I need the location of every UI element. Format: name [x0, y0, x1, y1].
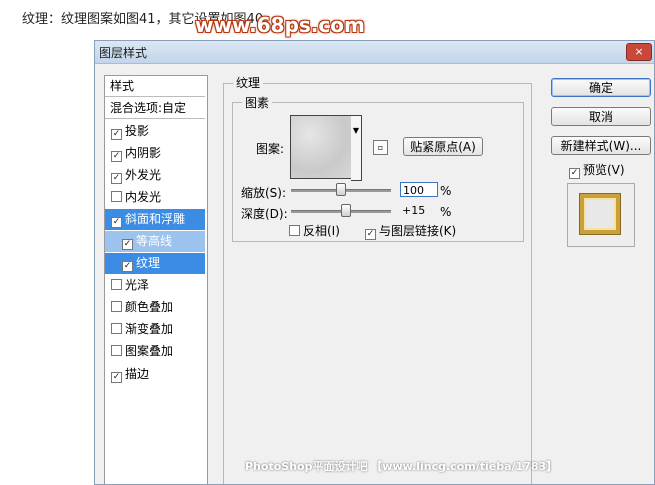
- style-item-pattern-overlay[interactable]: 图案叠加: [105, 341, 205, 362]
- blend-options-item[interactable]: 混合选项:自定: [105, 98, 205, 119]
- checkbox-icon[interactable]: ✓: [122, 261, 133, 272]
- depth-input[interactable]: +15: [400, 203, 438, 218]
- preview-label: 预览(V): [583, 163, 625, 177]
- checkbox-icon[interactable]: ✓: [111, 129, 122, 140]
- dialog-title: 图层样式: [99, 46, 148, 60]
- style-item-label: 内阴影: [125, 146, 162, 160]
- style-item-drop-shadow[interactable]: ✓ 投影: [105, 121, 205, 142]
- depth-slider-thumb[interactable]: [341, 204, 351, 217]
- checkbox-icon[interactable]: ✓: [111, 372, 122, 383]
- scale-slider-thumb[interactable]: [336, 183, 346, 196]
- checkbox-icon[interactable]: ✓: [111, 173, 122, 184]
- link-checkbox-icon[interactable]: ✓: [365, 229, 376, 240]
- checkbox-icon[interactable]: [111, 301, 122, 312]
- depth-unit: %: [440, 205, 452, 219]
- checkbox-icon[interactable]: [111, 323, 122, 334]
- style-preview: [567, 183, 635, 247]
- styles-list: 样式 混合选项:自定 ✓ 投影 ✓ 内阴影 ✓ 外发光 内发光 ✓ 斜面和浮雕 ✓ 等高线…: [104, 75, 208, 484]
- checkbox-icon[interactable]: ✓: [122, 239, 133, 250]
- style-item-stroke[interactable]: ✓ 描边: [105, 364, 205, 385]
- pattern-label: 图案:: [256, 142, 285, 156]
- styles-header[interactable]: 样式: [105, 76, 205, 97]
- checkbox-icon[interactable]: ✓: [111, 151, 122, 162]
- pattern-swatch[interactable]: [290, 115, 354, 179]
- link-with-layer-option[interactable]: ✓ 与图层链接(K): [365, 222, 456, 240]
- preview-option[interactable]: ✓ 预览(V): [569, 161, 625, 179]
- style-item-label: 图案叠加: [125, 344, 174, 358]
- style-item-label: 内发光: [125, 190, 162, 204]
- scale-unit: %: [440, 184, 452, 198]
- new-preset-icon[interactable]: ▫: [373, 140, 388, 155]
- gold-frame-thumbnail: [580, 194, 620, 234]
- checkbox-icon[interactable]: [111, 345, 122, 356]
- style-item-outer-glow[interactable]: ✓ 外发光: [105, 165, 205, 186]
- invert-label: 反相(I): [303, 224, 340, 238]
- style-item-label: 斜面和浮雕: [125, 212, 186, 226]
- style-item-label: 渐变叠加: [125, 322, 174, 336]
- depth-label: 深度(D):: [241, 207, 288, 221]
- pattern-dropdown-arrow-icon[interactable]: ▼: [351, 115, 362, 181]
- style-item-satin[interactable]: 光泽: [105, 275, 205, 296]
- style-item-gradient-overlay[interactable]: 渐变叠加: [105, 319, 205, 340]
- new-style-button[interactable]: 新建样式(W)...: [551, 136, 651, 155]
- footer-watermark: PhotoShop平面设计吧 【www.lincg.com/tieba/1783…: [245, 460, 558, 473]
- link-with-layer-label: 与图层链接(K): [379, 224, 457, 238]
- style-item-label: 纹理: [136, 256, 161, 270]
- cancel-button[interactable]: 取消: [551, 107, 651, 126]
- checkbox-icon[interactable]: [111, 191, 122, 202]
- snap-to-origin-button[interactable]: 贴紧原点(A): [403, 137, 483, 156]
- style-item-label: 颜色叠加: [125, 300, 174, 314]
- style-item-inner-glow[interactable]: 内发光: [105, 187, 205, 208]
- style-item-label: 等高线: [136, 234, 173, 248]
- close-button[interactable]: ×: [626, 43, 652, 61]
- layer-style-dialog: 图层样式 × 样式 混合选项:自定 ✓ 投影 ✓ 内阴影 ✓ 外发光 内发光 ✓ 斜面和…: [94, 40, 655, 485]
- checkbox-icon[interactable]: [111, 279, 122, 290]
- texture-section-title: 纹理: [233, 74, 264, 91]
- scale-label: 缩放(S):: [241, 186, 287, 200]
- style-item-label: 描边: [125, 367, 150, 381]
- style-item-label: 外发光: [125, 168, 162, 182]
- ok-button[interactable]: 确定: [551, 78, 651, 97]
- style-item-label: 投影: [125, 124, 150, 138]
- style-item-contour[interactable]: ✓ 等高线: [105, 231, 205, 252]
- style-item-texture[interactable]: ✓ 纹理: [105, 253, 205, 274]
- style-item-bevel-emboss[interactable]: ✓ 斜面和浮雕: [105, 209, 205, 230]
- scale-input[interactable]: 100: [400, 182, 438, 197]
- elements-group-title: 图素: [242, 94, 273, 111]
- style-item-color-overlay[interactable]: 颜色叠加: [105, 297, 205, 318]
- invert-option[interactable]: 反相(I): [289, 222, 340, 239]
- style-item-label: 光泽: [125, 278, 150, 292]
- checkbox-icon[interactable]: ✓: [111, 217, 122, 228]
- invert-checkbox-icon[interactable]: [289, 225, 300, 236]
- site-watermark: www.68ps.com: [195, 13, 365, 37]
- preview-checkbox-icon[interactable]: ✓: [569, 168, 580, 179]
- style-item-inner-shadow[interactable]: ✓ 内阴影: [105, 143, 205, 164]
- title-bar: 图层样式 ×: [95, 41, 654, 64]
